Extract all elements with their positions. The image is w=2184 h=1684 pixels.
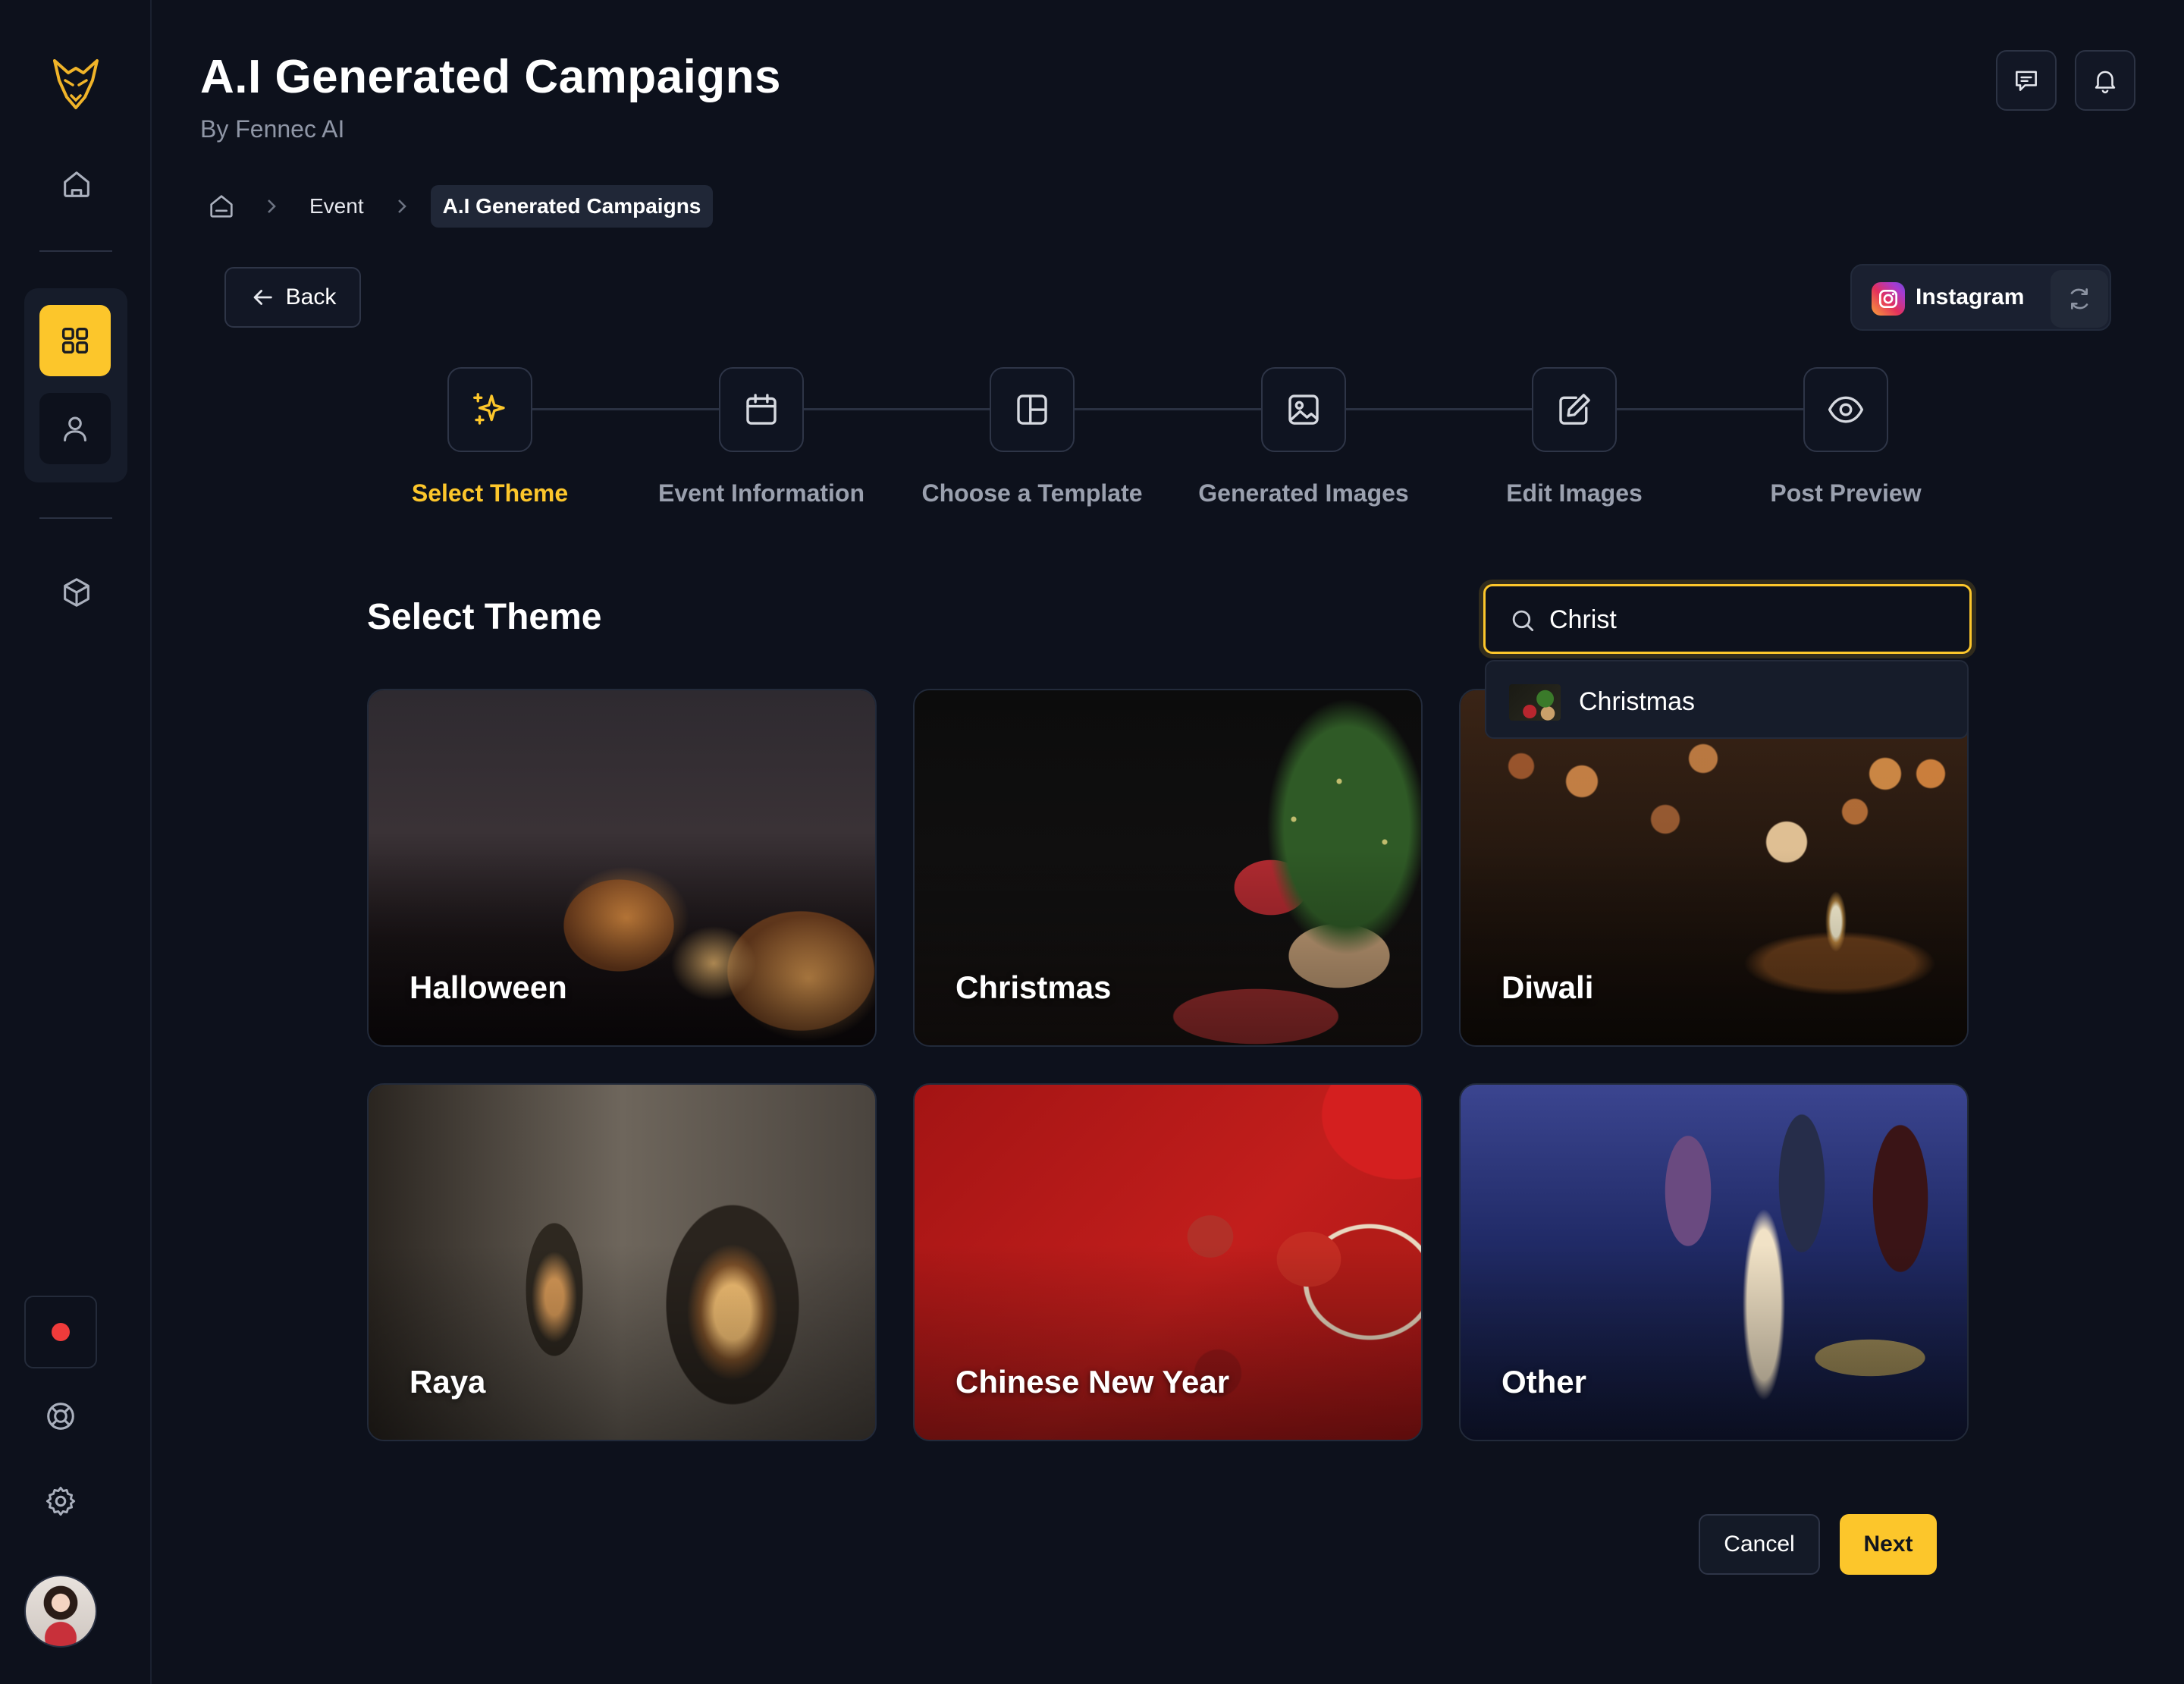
eye-icon: [1803, 367, 1888, 452]
platform-selector[interactable]: Instagram: [1850, 264, 2111, 331]
breadcrumb: Event A.I Generated Campaigns: [200, 185, 714, 228]
theme-card-label: Halloween: [410, 969, 567, 1005]
breadcrumb-current: A.I Generated Campaigns: [430, 185, 714, 228]
cube-icon: [64, 578, 89, 607]
breadcrumb-event[interactable]: Event: [300, 194, 373, 218]
refresh-button[interactable]: [2051, 270, 2108, 328]
search-input[interactable]: [1549, 600, 1944, 639]
fennec-logo-icon[interactable]: [52, 58, 100, 111]
back-button[interactable]: Back: [224, 267, 361, 328]
user-icon: [64, 416, 86, 441]
step-label: Event Information: [657, 479, 864, 507]
next-button[interactable]: Next: [1840, 1514, 1937, 1575]
sidebar-divider: [39, 250, 112, 252]
bell-icon: [2095, 71, 2116, 94]
page-subtitle: By Fennec AI: [200, 115, 345, 143]
grid-icon: [61, 327, 89, 354]
search-suggestion-item[interactable]: Christmas: [1485, 660, 1969, 739]
record-dot-icon: [52, 1323, 70, 1341]
back-label: Back: [285, 284, 337, 309]
cancel-button[interactable]: Cancel: [1699, 1514, 1820, 1575]
chevron-right-icon: [256, 199, 287, 214]
sidebar-divider: [39, 517, 112, 519]
record-button[interactable]: [24, 1296, 97, 1368]
arrow-left-icon: [253, 290, 272, 305]
notifications-button[interactable]: [2075, 50, 2135, 111]
home-nav-button[interactable]: [41, 149, 112, 220]
user-avatar[interactable]: [24, 1575, 97, 1648]
chevron-right-icon: [387, 199, 417, 214]
step-label: Post Preview: [1770, 479, 1922, 507]
theme-card-raya[interactable]: Raya: [367, 1083, 877, 1441]
theme-card-label: Chinese New Year: [956, 1364, 1230, 1400]
theme-card-chinese-new-year[interactable]: Chinese New Year: [913, 1083, 1423, 1441]
step-label: Choose a Template: [921, 479, 1143, 507]
suggestion-label: Christmas: [1579, 687, 1696, 716]
theme-card-label: Christmas: [956, 969, 1112, 1005]
support-nav-button[interactable]: [24, 1381, 97, 1452]
home-icon: [210, 195, 233, 218]
instagram-icon: [1872, 282, 1905, 316]
step-label: Select Theme: [411, 479, 569, 507]
edit-icon: [1532, 367, 1617, 452]
chat-icon: [2016, 71, 2037, 91]
theme-card-label: Diwali: [1502, 969, 1594, 1005]
calendar-icon: [719, 367, 804, 452]
gear-icon: [46, 1486, 76, 1516]
step-label: Edit Images: [1506, 479, 1643, 507]
layout-icon: [990, 367, 1075, 452]
users-nav-button[interactable]: [39, 393, 111, 464]
theme-card-other[interactable]: Other: [1459, 1083, 1969, 1441]
theme-card-diwali[interactable]: Diwali: [1459, 689, 1969, 1047]
suggestion-thumbnail: [1509, 684, 1561, 721]
messages-button[interactable]: [1996, 50, 2057, 111]
step-label: Generated Images: [1198, 479, 1409, 507]
section-title: Select Theme: [367, 597, 602, 637]
theme-card-christmas[interactable]: Christmas: [913, 689, 1423, 1047]
sidebar: [0, 0, 152, 1684]
theme-card-label: Raya: [410, 1364, 486, 1400]
sidebar-nav-group: [24, 288, 127, 482]
theme-card-label: Other: [1502, 1364, 1587, 1400]
lifebuoy-icon: [47, 1403, 74, 1430]
image-icon: [1261, 367, 1346, 452]
refresh-icon: [2070, 288, 2088, 309]
home-icon: [64, 171, 89, 197]
platform-label: Instagram: [1916, 284, 2025, 309]
sparkles-icon: [447, 367, 532, 452]
theme-card-halloween[interactable]: Halloween: [367, 689, 877, 1047]
dashboard-nav-button[interactable]: [39, 305, 111, 376]
search-icon: [1512, 610, 1534, 632]
page-title: A.I Generated Campaigns: [200, 51, 782, 103]
search-field[interactable]: [1483, 584, 1972, 654]
settings-nav-button[interactable]: [24, 1466, 97, 1537]
products-nav-button[interactable]: [41, 557, 112, 628]
breadcrumb-home[interactable]: [200, 185, 243, 228]
